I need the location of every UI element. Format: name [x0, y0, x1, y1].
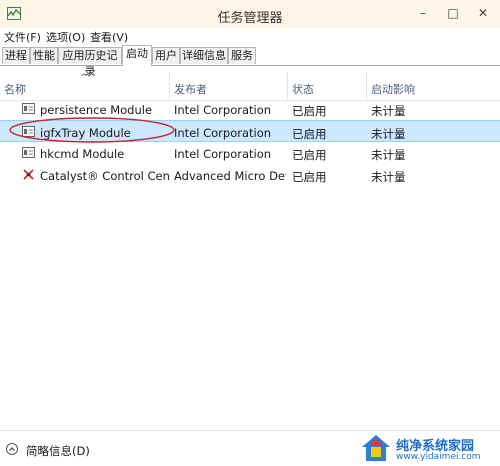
- tab-users[interactable]: 用户: [152, 47, 180, 64]
- column-startup-impact[interactable]: 启动影响: [367, 72, 500, 100]
- table-row[interactable]: persistence Module Intel Corporation 已启用…: [0, 98, 500, 120]
- tab-performance[interactable]: 性能: [30, 47, 58, 64]
- tab-services[interactable]: 服务: [228, 47, 256, 64]
- menu-view[interactable]: 查看(V): [90, 29, 128, 45]
- tab-app-history[interactable]: 应用历史记录: [58, 47, 122, 78]
- close-button[interactable]: ✕: [470, 2, 496, 24]
- table-row-selected[interactable]: igfxTray Module Intel Corporation 已启用 未计…: [0, 120, 500, 142]
- menu-file[interactable]: 文件(F): [4, 29, 41, 45]
- maximize-button[interactable]: □: [440, 2, 466, 24]
- row-name: igfxTray Module: [40, 126, 131, 140]
- table-row[interactable]: Catalyst® Control Center ... Advanced Mi…: [0, 164, 500, 186]
- row-publisher: Intel Corporation: [174, 126, 272, 140]
- menu-bar: 文件(F) 选项(O) 查看(V): [0, 28, 500, 45]
- column-startup-impact-label: 启动影响: [371, 83, 415, 96]
- row-impact: 未计量: [371, 148, 406, 162]
- less-details-label: 简略信息(D): [26, 444, 90, 458]
- column-name[interactable]: 名称: [0, 72, 170, 100]
- row-status: 已启用: [292, 104, 327, 118]
- module-icon: [22, 103, 35, 114]
- row-publisher: Intel Corporation: [174, 147, 272, 161]
- row-impact: 未计量: [371, 170, 406, 184]
- tab-details[interactable]: 详细信息: [180, 47, 228, 64]
- watermark-logo: 纯净系统家园 www.yidaimei.com: [360, 432, 500, 465]
- row-publisher: Advanced Micro Devi...: [174, 169, 286, 183]
- module-icon: [22, 147, 35, 158]
- chevron-up-icon: [6, 443, 18, 455]
- title-bar: 任务管理器 – □ ✕: [0, 0, 500, 29]
- row-publisher: Intel Corporation: [174, 103, 272, 117]
- row-status: 已启用: [292, 148, 327, 162]
- menu-options[interactable]: 选项(O): [46, 29, 85, 45]
- tab-strip: 进程 性能 应用历史记录 启动 用户 详细信息 服务: [0, 45, 500, 78]
- row-status: 已启用: [292, 127, 327, 141]
- column-name-label: 名称: [4, 83, 26, 96]
- column-header-row: 名称 发布者 状态 启动影响: [0, 72, 500, 101]
- row-name: hkcmd Module: [40, 147, 125, 161]
- row-name: Catalyst® Control Center ...: [40, 169, 170, 183]
- minimize-button[interactable]: –: [410, 2, 436, 24]
- module-icon: [22, 126, 35, 137]
- watermark-url: www.yidaimei.com: [396, 452, 481, 462]
- row-impact: 未计量: [371, 104, 406, 118]
- tab-startup[interactable]: 启动: [122, 45, 152, 66]
- house-logo-icon: [362, 435, 390, 461]
- tab-processes[interactable]: 进程: [2, 47, 30, 64]
- column-status[interactable]: 状态: [288, 72, 367, 100]
- column-publisher[interactable]: 发布者: [170, 72, 288, 100]
- row-status: 已启用: [292, 170, 327, 184]
- row-impact: 未计量: [371, 127, 406, 141]
- table-row[interactable]: hkcmd Module Intel Corporation 已启用 未计量: [0, 142, 500, 164]
- column-publisher-label: 发布者: [174, 83, 207, 96]
- row-name: persistence Module: [40, 103, 153, 117]
- column-status-label: 状态: [292, 83, 314, 96]
- catalyst-icon: [23, 169, 34, 180]
